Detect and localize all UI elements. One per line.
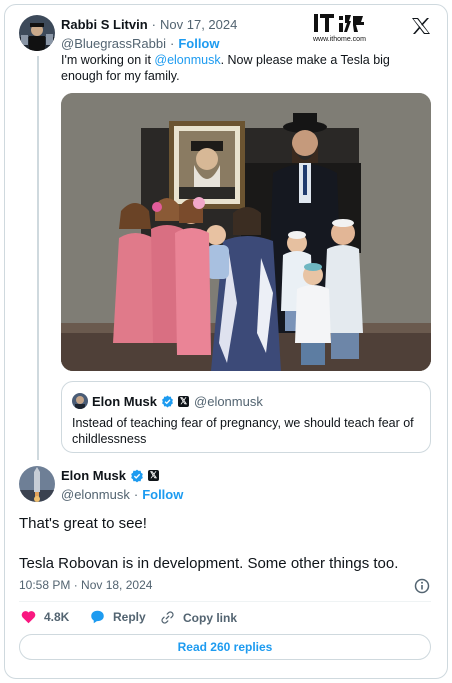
- author-name[interactable]: Rabbi S Litvin: [61, 17, 148, 32]
- heart-icon: [21, 611, 36, 624]
- ithome-logo: www.ithome.com: [312, 12, 366, 44]
- reply-verified-badge-icon: [131, 469, 143, 482]
- verified-badge-icon: [162, 395, 173, 408]
- tweet-photo[interactable]: [61, 93, 431, 371]
- like-button[interactable]: 4.8K: [21, 610, 69, 624]
- thread-connector-line: [37, 56, 39, 460]
- author-handle[interactable]: @BluegrassRabbi: [61, 36, 166, 51]
- read-replies-label: Read 260 replies: [177, 640, 273, 654]
- mention-link[interactable]: @elonmusk: [154, 53, 220, 67]
- avatar-rabbi[interactable]: [19, 15, 55, 51]
- quoted-handle[interactable]: @elonmusk: [194, 394, 263, 409]
- reply-text-line-2: Tesla Robovan is in development. Some ot…: [19, 555, 399, 572]
- link-icon: [161, 611, 174, 624]
- watermark-url: www.ithome.com: [313, 36, 366, 43]
- read-replies-button[interactable]: Read 260 replies: [19, 634, 431, 660]
- header-separator: ·: [151, 17, 157, 32]
- reply-label: Reply: [113, 610, 146, 624]
- tweet-header: Rabbi S Litvin · Nov 17, 2024: [61, 17, 237, 32]
- info-icon[interactable]: [414, 578, 430, 599]
- x-logo-icon[interactable]: [411, 17, 431, 40]
- tweet-body: I'm working on it @elonmusk. Now please …: [61, 52, 431, 84]
- subheader-separator: ·: [169, 36, 175, 51]
- reply-text-line-1: That's great to see!: [19, 515, 147, 532]
- actions-divider: [19, 601, 431, 602]
- reply-author-handle[interactable]: @elonmusk: [61, 487, 130, 502]
- copy-link-label: Copy link: [183, 610, 238, 625]
- quoted-avatar[interactable]: [72, 393, 88, 409]
- reply-timestamp-row: 10:58 PM · Nov 18, 2024: [19, 578, 152, 592]
- family-photo-image: [61, 93, 431, 371]
- quoted-tweet[interactable]: Elon Musk 𝕏 @elonmusk Instead of teachin…: [61, 381, 431, 453]
- copy-link-button[interactable]: Copy link: [160, 610, 237, 625]
- ithome-logo-mark: [314, 14, 364, 32]
- reply-header: Elon Musk 𝕏: [61, 468, 160, 483]
- avatar-elon[interactable]: [19, 466, 55, 502]
- quoted-text: Instead of teaching fear of pregnancy, w…: [72, 416, 414, 446]
- tweet-text-start: I'm working on it: [61, 53, 155, 67]
- tweet-subheader: @BluegrassRabbi · Follow: [61, 36, 220, 51]
- reply-subheader-separator: ·: [133, 487, 139, 502]
- follow-button[interactable]: Follow: [178, 36, 219, 51]
- reply-x-affiliation-icon: 𝕏: [148, 470, 160, 481]
- reply-bubble-icon: [91, 610, 104, 624]
- reply-button[interactable]: Reply: [90, 610, 146, 624]
- reply-timestamp[interactable]: 10:58 PM · Nov 18, 2024: [19, 578, 152, 592]
- reply-author-name[interactable]: Elon Musk: [61, 468, 126, 483]
- quoted-author-name[interactable]: Elon Musk: [92, 394, 157, 409]
- reply-follow-button[interactable]: Follow: [142, 487, 183, 502]
- tweet-date[interactable]: Nov 17, 2024: [160, 17, 237, 32]
- like-count: 4.8K: [44, 610, 70, 624]
- x-affiliation-icon: 𝕏: [178, 396, 190, 407]
- quoted-header: Elon Musk 𝕏 @elonmusk: [92, 394, 263, 409]
- reply-subheader: @elonmusk · Follow: [61, 487, 183, 502]
